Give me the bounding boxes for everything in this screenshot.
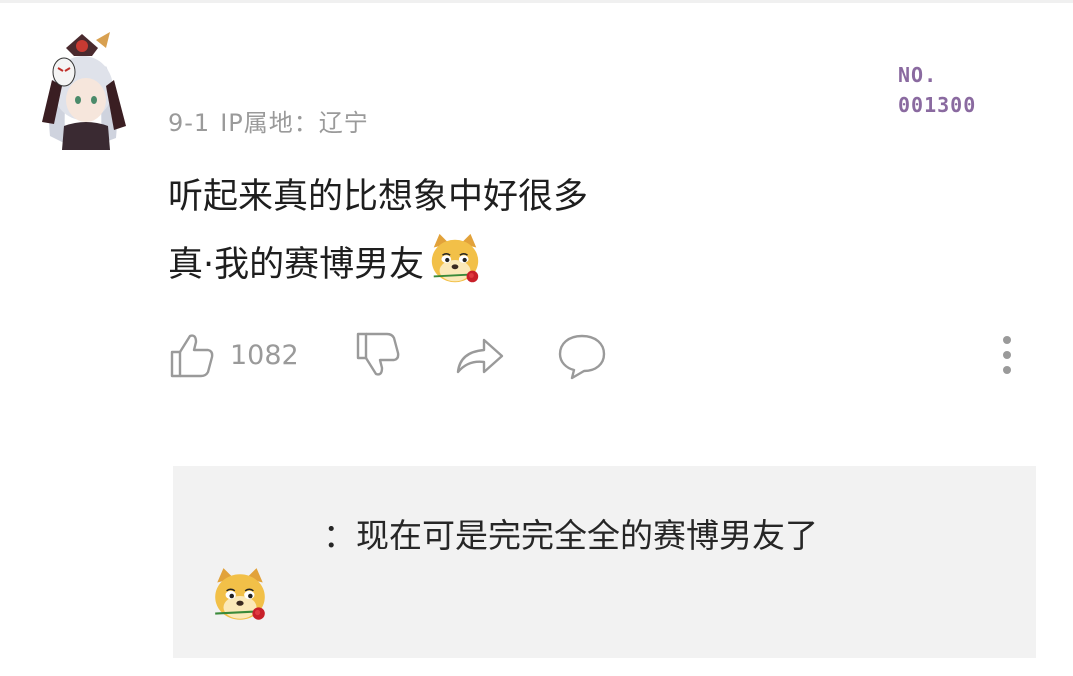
- comment-text-line-2-text: 真·我的赛博男友: [168, 245, 425, 285]
- comment-date: 9-1: [168, 109, 211, 137]
- comment-meta: 9-1 IP属地：辽宁: [168, 103, 369, 138]
- doge-rose-emoji-icon: [215, 568, 265, 620]
- share-icon[interactable]: [454, 330, 506, 380]
- comment-text-line-2: 真·我的赛博男友: [168, 233, 484, 290]
- top-divider: [0, 0, 1073, 3]
- comment-text-line-1: 听起来真的比想象中好很多: [168, 177, 589, 217]
- reply-text: ：现在可是完完全全的赛博男友了: [323, 516, 818, 555]
- thumbs-up-icon[interactable]: [168, 330, 214, 380]
- doge-rose-emoji-icon: [431, 233, 479, 283]
- watermark-line-1: NO.: [898, 63, 938, 87]
- reply-bubble-icon[interactable]: [556, 330, 608, 380]
- user-avatar[interactable]: [36, 26, 128, 150]
- more-vertical-icon[interactable]: [992, 330, 1022, 380]
- comment-actions: 1082: [168, 330, 1048, 384]
- like-count: 1082: [230, 340, 299, 371]
- watermark-line-2: 001300: [898, 93, 977, 117]
- thumbs-down-icon[interactable]: [354, 330, 402, 380]
- ip-location: IP属地：辽宁: [220, 109, 369, 137]
- watermark: NO. 001300: [898, 60, 976, 120]
- reply-preview[interactable]: ：现在可是完完全全的赛博男友了: [173, 466, 1036, 658]
